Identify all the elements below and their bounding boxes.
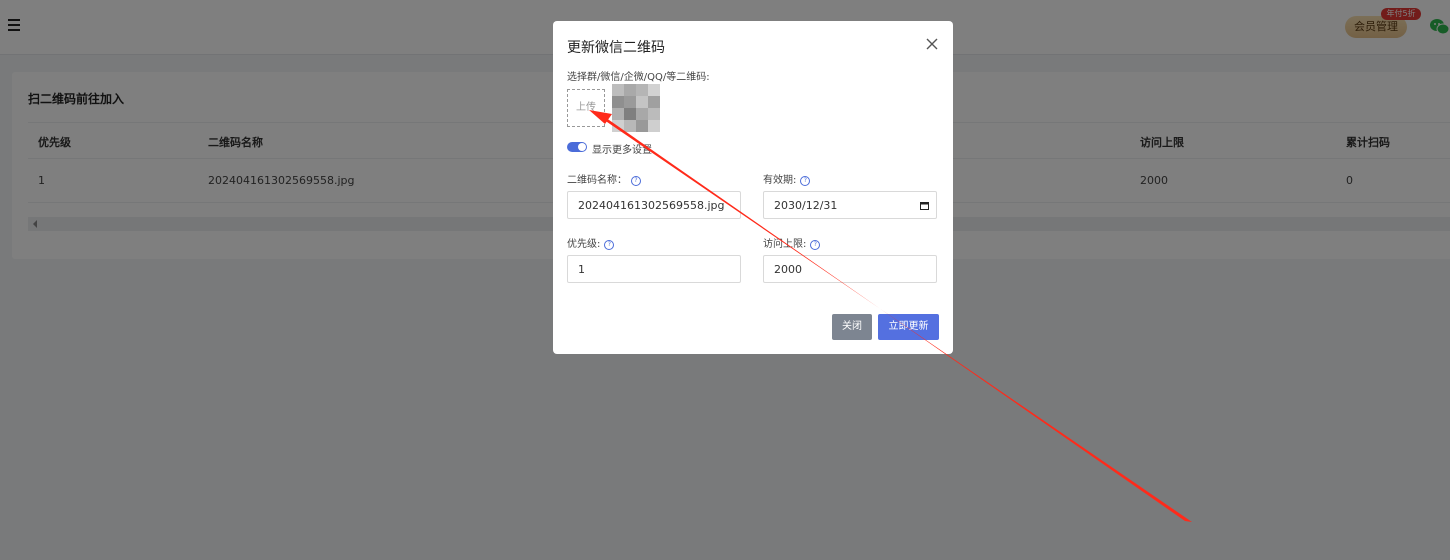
annotation-arrow-shaft <box>591 111 1192 522</box>
annotation-arrow <box>589 110 1192 522</box>
